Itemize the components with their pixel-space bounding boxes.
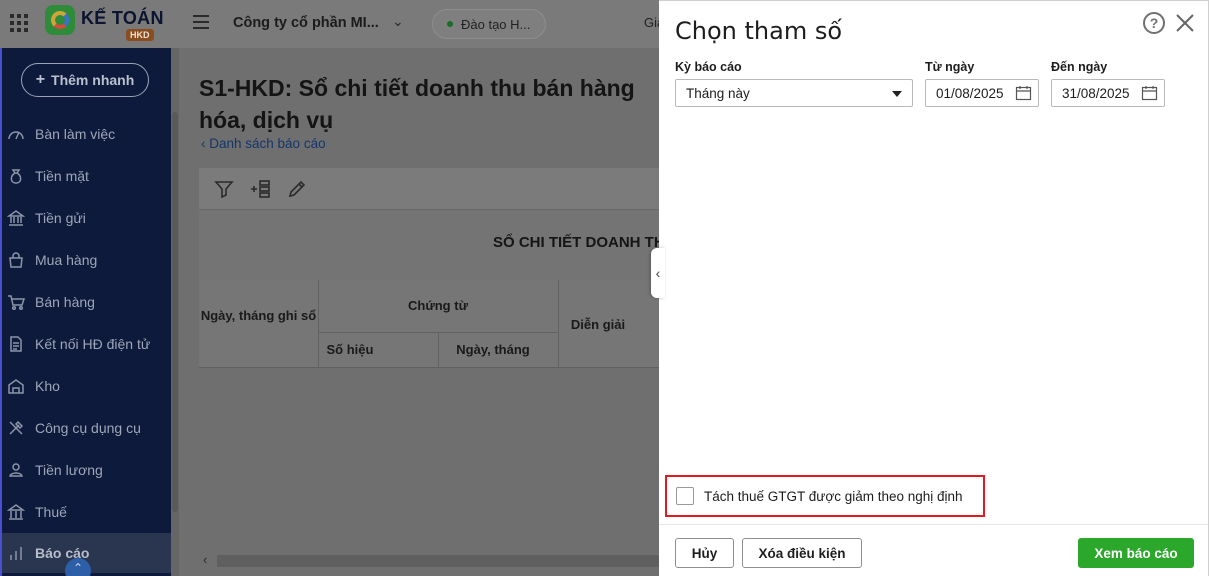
to-date-label: Đến ngày — [1051, 60, 1108, 74]
sidebar-item-label: Kho — [35, 378, 60, 394]
clear-conditions-button[interactable]: Xóa điều kiện — [742, 538, 862, 568]
column-header-voucher-no: Số hiệu — [326, 342, 374, 357]
period-label: Kỳ báo cáo — [675, 60, 742, 74]
sidebar-item-dashboard[interactable]: Bàn làm việc — [2, 113, 173, 155]
plus-icon: + — [35, 71, 46, 88]
add-column-icon[interactable] — [249, 178, 271, 200]
top-bar: Công ty cổ phần MI... ⌄ Đào tạo H... Gia — [179, 0, 664, 48]
cancel-button[interactable]: Hủy — [675, 538, 734, 568]
dashboard-icon — [5, 124, 27, 144]
sidebar-item-tools[interactable]: Công cụ dụng cụ — [2, 407, 173, 449]
sidebar-item-label: Tiền mặt — [35, 168, 89, 184]
sidebar-nav: Bàn làm việc Tiền mặt Tiền gửi Mua hàng … — [2, 113, 173, 573]
calendar-icon[interactable] — [1015, 85, 1032, 101]
from-date-label: Từ ngày — [925, 60, 975, 74]
status-dot-icon — [447, 21, 453, 27]
view-report-button[interactable]: Xem báo cáo — [1078, 538, 1194, 568]
chevron-left-icon: ‹ — [655, 265, 661, 281]
sidebar-item-label: Bán hàng — [35, 294, 95, 310]
report-toolbar — [199, 168, 659, 210]
chevron-left-icon: ‹ — [201, 136, 210, 151]
sidebar-item-label: Công cụ dụng cụ — [35, 420, 141, 436]
scroll-left-icon[interactable]: ‹ — [203, 552, 207, 567]
close-icon[interactable] — [1173, 11, 1197, 35]
sidebar-item-label: Mua hàng — [35, 252, 98, 268]
period-value: Tháng này — [686, 85, 750, 101]
panel-title: Chọn tham số — [675, 17, 843, 45]
back-link[interactable]: ‹ Danh sách báo cáo — [201, 136, 326, 151]
sidebar-item-cash[interactable]: Tiền mặt — [2, 155, 173, 197]
to-date-value: 31/08/2025 — [1062, 85, 1130, 101]
menu-icon[interactable] — [193, 15, 209, 29]
back-link-label: Danh sách báo cáo — [209, 136, 326, 151]
report-heading: SỔ CHI TIẾT DOANH THU — [493, 234, 676, 251]
warehouse-icon — [5, 376, 27, 396]
sidebar-item-label: Bàn làm việc — [35, 126, 116, 142]
report-heading-band: SỔ CHI TIẾT DOANH THU — [199, 210, 676, 280]
parameter-panel: Chọn tham số ? Kỳ báo cáo Tháng này Từ n… — [659, 0, 1209, 576]
sidebar-item-einvoice[interactable]: Kết nối HĐ điện tử — [2, 323, 173, 365]
environment-label: Đào tạo H... — [461, 16, 531, 32]
tools-icon — [5, 418, 27, 438]
quick-add-label: Thêm nhanh — [51, 72, 135, 88]
from-date-value: 01/08/2025 — [936, 85, 1004, 101]
sidebar: + Thêm nhanh Bàn làm việc Tiền mặt Tiền … — [0, 0, 173, 576]
quick-add-button[interactable]: + Thêm nhanh — [21, 63, 149, 97]
scrollbar-thumb[interactable] — [217, 555, 659, 567]
shopping-bag-icon — [5, 250, 27, 270]
column-header-date: Ngày, tháng ghi sổ — [200, 308, 317, 323]
column-header-voucher-date: Ngày, tháng — [456, 342, 530, 357]
vat-reduction-checkbox[interactable] — [676, 487, 694, 505]
brand-header: KẾ TOÁN HKD — [0, 0, 179, 48]
chevron-down-icon[interactable]: ⌄ — [392, 13, 404, 30]
edit-pencil-icon[interactable] — [286, 178, 308, 200]
bank-icon — [5, 208, 27, 228]
from-date-field[interactable]: 01/08/2025 — [925, 79, 1039, 107]
panel-footer: Hủy Xóa điều kiện Xem báo cáo — [659, 524, 1208, 576]
sidebar-scrollbar[interactable] — [171, 48, 179, 576]
sidebar-item-salary[interactable]: Tiền lương — [2, 449, 173, 491]
period-select[interactable]: Tháng này — [675, 79, 913, 107]
tax-icon — [5, 502, 27, 522]
logo-badge: HKD — [126, 29, 154, 41]
logo-text: KẾ TOÁN — [81, 8, 164, 28]
sidebar-item-warehouse[interactable]: Kho — [2, 365, 173, 407]
column-header-description: Diễn giải — [570, 317, 626, 332]
apps-grid-icon[interactable] — [10, 14, 28, 32]
sidebar-item-sales[interactable]: Bán hàng — [2, 281, 173, 323]
salary-icon — [5, 460, 27, 480]
help-icon[interactable]: ? — [1143, 12, 1165, 34]
vat-reduction-option: Tách thuế GTGT được giảm theo nghị định — [665, 475, 985, 517]
caret-down-icon — [892, 91, 902, 97]
invoice-icon — [5, 334, 27, 354]
collapse-panel-handle[interactable]: ‹ — [651, 248, 665, 298]
horizontal-scrollbar[interactable]: ‹ — [199, 550, 659, 570]
sidebar-item-label: Tiền gửi — [35, 210, 86, 226]
report-content: S1-HKD: Sổ chi tiết doanh thu bán hàng h… — [179, 48, 676, 576]
sidebar-item-tax[interactable]: Thuế — [2, 491, 173, 533]
sidebar-item-label: Thuế — [35, 504, 67, 520]
to-date-field[interactable]: 31/08/2025 — [1051, 79, 1165, 107]
table-header: Ngày, tháng ghi sổ Chứng từ Số hiệu Ngày… — [199, 280, 659, 368]
cart-icon — [5, 292, 27, 312]
company-selector[interactable]: Công ty cổ phần MI... — [233, 15, 379, 31]
logo-icon — [45, 5, 75, 35]
sidebar-item-purchase[interactable]: Mua hàng — [2, 239, 173, 281]
calendar-icon[interactable] — [1141, 85, 1158, 101]
filter-icon[interactable] — [213, 178, 235, 200]
page-title: S1-HKD: Sổ chi tiết doanh thu bán hàng h… — [199, 75, 635, 133]
environment-badge[interactable]: Đào tạo H... — [432, 9, 546, 39]
sidebar-item-deposit[interactable]: Tiền gửi — [2, 197, 173, 239]
money-bag-icon — [5, 166, 27, 186]
column-header-voucher: Chứng từ — [408, 298, 468, 313]
sidebar-item-label: Tiền lương — [35, 462, 103, 478]
sidebar-item-label: Kết nối HĐ điện tử — [35, 336, 151, 352]
report-chart-icon — [5, 543, 27, 563]
vat-reduction-label[interactable]: Tách thuế GTGT được giảm theo nghị định — [704, 489, 963, 504]
